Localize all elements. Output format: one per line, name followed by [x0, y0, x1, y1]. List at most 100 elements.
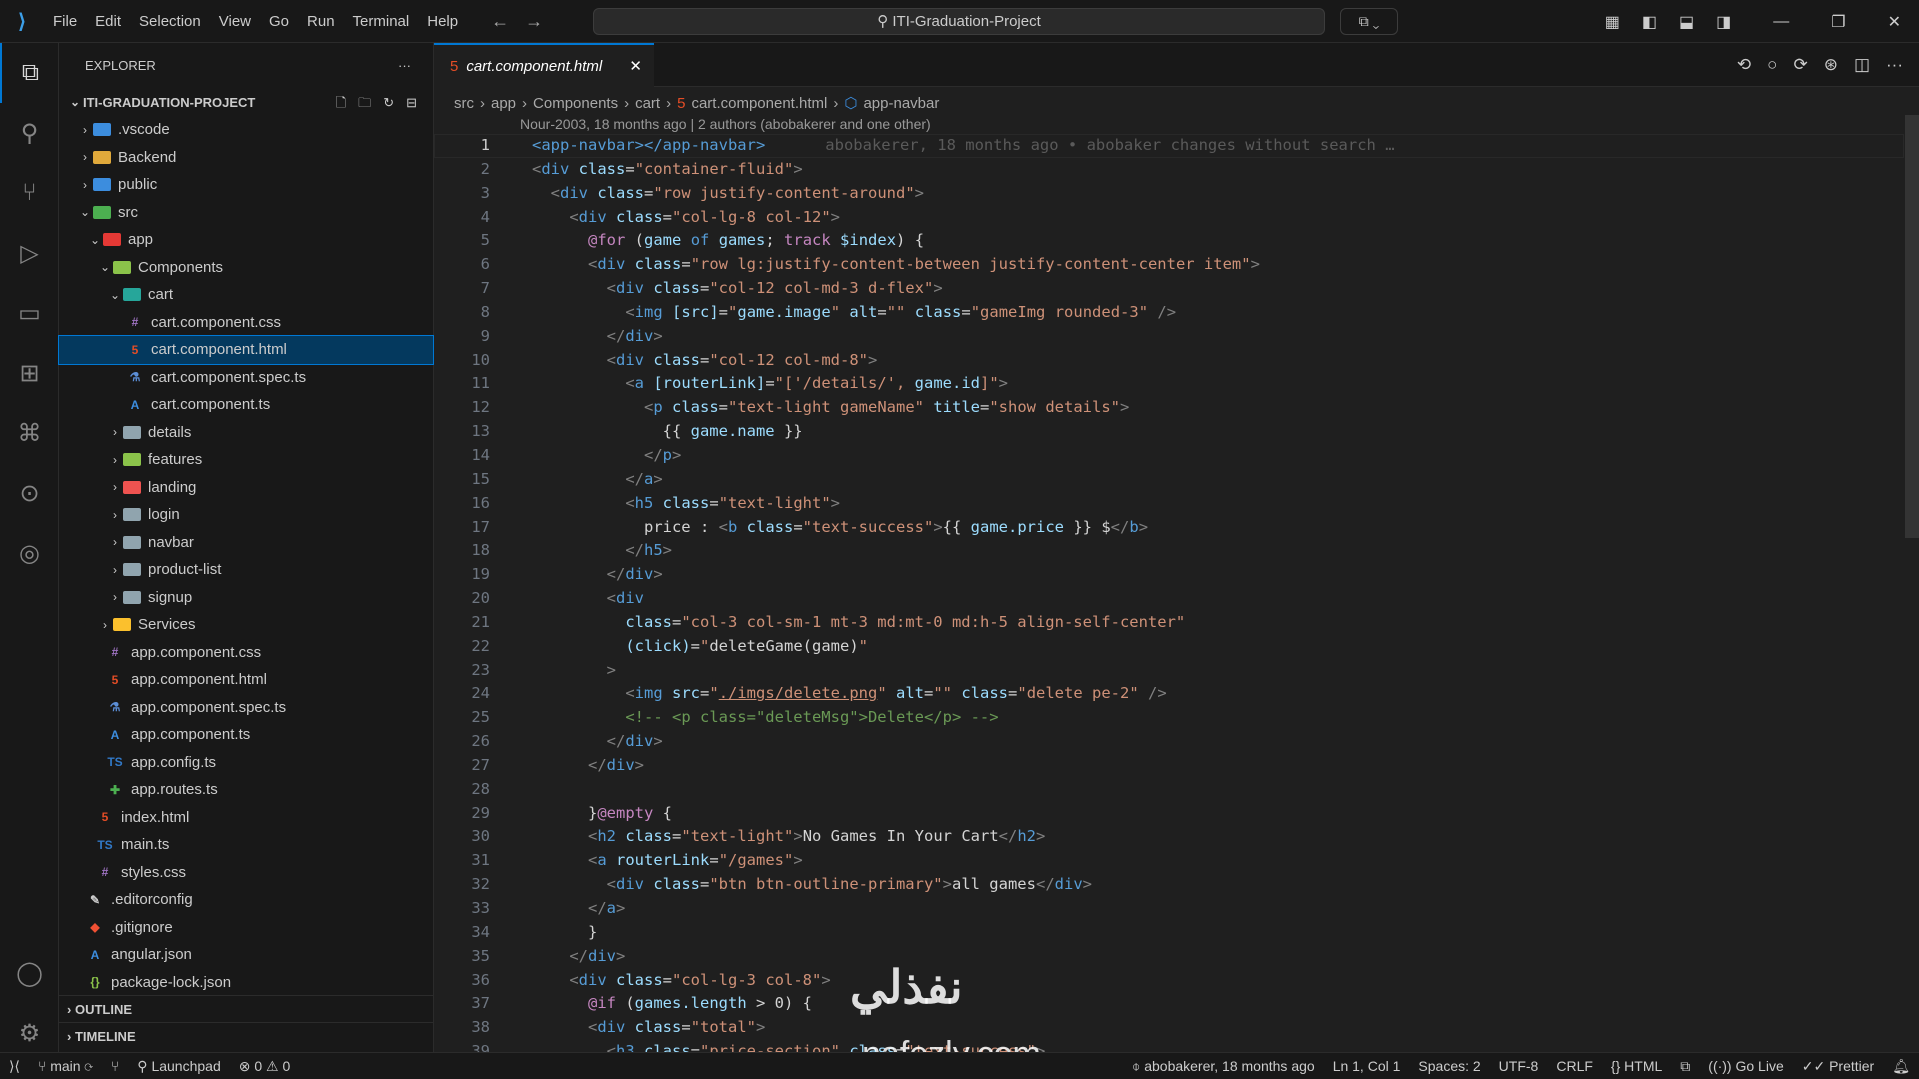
- file-item[interactable]: 5 app.component.html: [59, 666, 433, 694]
- folder-item[interactable]: › navbar: [59, 529, 433, 557]
- code-line[interactable]: 30 <h2 class="text-light">No Games In Yo…: [434, 825, 1904, 849]
- file-item[interactable]: {} package-lock.json: [59, 969, 433, 997]
- breadcrumb-item[interactable]: src: [454, 95, 474, 112]
- file-item[interactable]: ◆ .gitignore: [59, 914, 433, 942]
- forward-arrow-icon[interactable]: →: [525, 11, 543, 32]
- previous-change-icon[interactable]: ○: [1767, 55, 1777, 75]
- encoding[interactable]: UTF-8: [1490, 1058, 1548, 1075]
- file-item[interactable]: Aapp.component.ts: [59, 721, 433, 749]
- menu-help[interactable]: Help: [427, 13, 458, 30]
- notifications-bell-icon[interactable]: 🔔︎: [1883, 1058, 1919, 1075]
- code-line[interactable]: 23 >: [434, 659, 1904, 683]
- menu-file[interactable]: File: [53, 13, 77, 30]
- more-actions-icon[interactable]: ···: [1886, 55, 1903, 75]
- folder-item[interactable]: › Backend: [59, 144, 433, 172]
- folder-item[interactable]: › .vscode: [59, 116, 433, 144]
- code-line[interactable]: 32 <div class="btn btn-outline-primary">…: [434, 873, 1904, 897]
- collapse-all-icon[interactable]: ⊟: [406, 89, 417, 116]
- codelens-authors[interactable]: Nour-2003, 18 months ago | 2 authors (ab…: [520, 116, 931, 132]
- code-line[interactable]: 13 {{ game.name }}: [434, 420, 1904, 444]
- folder-item[interactable]: › details: [59, 419, 433, 447]
- accounts-icon[interactable]: ◯: [0, 943, 59, 1003]
- breadcrumb-item[interactable]: cart.component.html: [691, 95, 827, 112]
- code-line[interactable]: 18 </h5>: [434, 539, 1904, 563]
- folder-item[interactable]: ⌄ cart: [59, 281, 433, 309]
- folder-item[interactable]: › product-list: [59, 556, 433, 584]
- code-line[interactable]: 36 <div class="col-lg-3 col-8">: [434, 969, 1904, 993]
- code-line[interactable]: 11 <a [routerLink]="['/details/', game.i…: [434, 372, 1904, 396]
- back-arrow-icon[interactable]: ←: [491, 11, 509, 32]
- code-line[interactable]: 15 </a>: [434, 468, 1904, 492]
- code-line[interactable]: 35 </div>: [434, 945, 1904, 969]
- menu-view[interactable]: View: [219, 13, 251, 30]
- file-item[interactable]: Acart.component.ts: [59, 391, 433, 419]
- file-item[interactable]: 5 index.html: [59, 804, 433, 832]
- code-line[interactable]: 2 <div class="container-fluid">: [434, 158, 1904, 182]
- customize-layout-icon[interactable]: ▦: [1605, 12, 1620, 32]
- code-line[interactable]: 34 }: [434, 921, 1904, 945]
- extensions-icon[interactable]: ⊞: [0, 343, 59, 403]
- code-line[interactable]: 7 <div class="col-12 col-md-3 d-flex">: [434, 277, 1904, 301]
- prettier-status[interactable]: ✓✓ Prettier: [1793, 1058, 1883, 1075]
- menu-go[interactable]: Go: [269, 13, 289, 30]
- more-actions-icon[interactable]: ···: [398, 43, 411, 89]
- code-line[interactable]: 12 <p class="text-light gameName" title=…: [434, 396, 1904, 420]
- file-item[interactable]: ⚗ app.component.spec.ts: [59, 694, 433, 722]
- run-debug-icon[interactable]: ▷: [0, 223, 59, 283]
- code-line[interactable]: 31 <a routerLink="/games">: [434, 849, 1904, 873]
- code-line[interactable]: 19 </div>: [434, 563, 1904, 587]
- code-line[interactable]: 24 <img src="./imgs/delete.png" alt="" c…: [434, 682, 1904, 706]
- code-line[interactable]: 17 price : <b class="text-success">{{ ga…: [434, 516, 1904, 540]
- breadcrumb-item[interactable]: app: [491, 95, 516, 112]
- code-line[interactable]: 14 </p>: [434, 444, 1904, 468]
- menu-run[interactable]: Run: [307, 13, 335, 30]
- source-control-icon[interactable]: ⑂: [0, 163, 59, 223]
- file-item[interactable]: 5 cart.component.html: [58, 335, 434, 365]
- code-line[interactable]: 21 class="col-3 col-sm-1 mt-3 md:mt-0 md…: [434, 611, 1904, 635]
- menu-selection[interactable]: Selection: [139, 13, 201, 30]
- menu-edit[interactable]: Edit: [95, 13, 121, 30]
- new-folder-icon[interactable]: 🗀: [358, 89, 371, 116]
- language-mode[interactable]: {} HTML: [1602, 1058, 1671, 1075]
- outline-section[interactable]: › OUTLINE: [59, 995, 434, 1022]
- remote-explorer-icon[interactable]: ▭: [0, 283, 59, 343]
- folder-item[interactable]: ⌄ app: [59, 226, 433, 254]
- next-change-icon[interactable]: ⟳: [1793, 55, 1807, 75]
- git-graph-status-icon[interactable]: ⑂: [102, 1058, 128, 1074]
- blame-status[interactable]: ⌽ abobakerer, 18 months ago: [1123, 1058, 1324, 1075]
- open-changes-icon[interactable]: ⟲: [1737, 55, 1751, 75]
- folder-item[interactable]: › landing: [59, 474, 433, 502]
- python-icon[interactable]: ⌘: [0, 403, 59, 463]
- branch-indicator[interactable]: ⑂ main ⟳: [29, 1058, 102, 1074]
- explorer-icon[interactable]: ⧉: [0, 43, 59, 103]
- command-center-search[interactable]: ⚲ ITI-Graduation-Project: [593, 8, 1325, 35]
- code-line[interactable]: 26 </div>: [434, 730, 1904, 754]
- code-line[interactable]: 20 <div: [434, 587, 1904, 611]
- close-window-button[interactable]: ✕: [1888, 12, 1901, 32]
- folder-item[interactable]: › login: [59, 501, 433, 529]
- file-item[interactable]: # cart.component.css: [59, 309, 433, 337]
- menu-terminal[interactable]: Terminal: [353, 13, 410, 30]
- folder-item[interactable]: › public: [59, 171, 433, 199]
- file-item[interactable]: Aangular.json: [59, 941, 433, 969]
- tab-cart-component-html[interactable]: 5 cart.component.html ✕: [434, 43, 654, 87]
- editor-scrollbar[interactable]: [1905, 115, 1919, 538]
- toggle-sidebar-icon[interactable]: ◧: [1642, 12, 1657, 32]
- launchpad-button[interactable]: ⚲ Launchpad: [128, 1058, 229, 1075]
- code-line[interactable]: 37 @if (games.length > 0) {: [434, 992, 1904, 1016]
- code-line[interactable]: 9 </div>: [434, 325, 1904, 349]
- breadcrumb-item[interactable]: app-navbar: [863, 95, 939, 112]
- folder-item[interactable]: › signup: [59, 584, 433, 612]
- file-item[interactable]: # app.component.css: [59, 639, 433, 667]
- copilot-button[interactable]: ⧉ ⌄: [1340, 8, 1398, 35]
- search-icon[interactable]: ⚲: [0, 103, 59, 163]
- indentation[interactable]: Spaces: 2: [1409, 1058, 1489, 1075]
- line-endings[interactable]: CRLF: [1547, 1058, 1602, 1075]
- file-item[interactable]: # styles.css: [59, 859, 433, 887]
- git-graph-icon[interactable]: ⊙: [0, 463, 59, 523]
- code-line[interactable]: 25 <!-- <p class="deleteMsg">Delete</p> …: [434, 706, 1904, 730]
- toggle-panel-icon[interactable]: ⬓: [1679, 12, 1694, 32]
- problems-indicator[interactable]: ⊗ 0 ⚠ 0: [230, 1058, 300, 1075]
- toggle-secondary-sidebar-icon[interactable]: ◨: [1716, 12, 1731, 32]
- code-line[interactable]: 6 <div class="row lg:justify-content-bet…: [434, 253, 1904, 277]
